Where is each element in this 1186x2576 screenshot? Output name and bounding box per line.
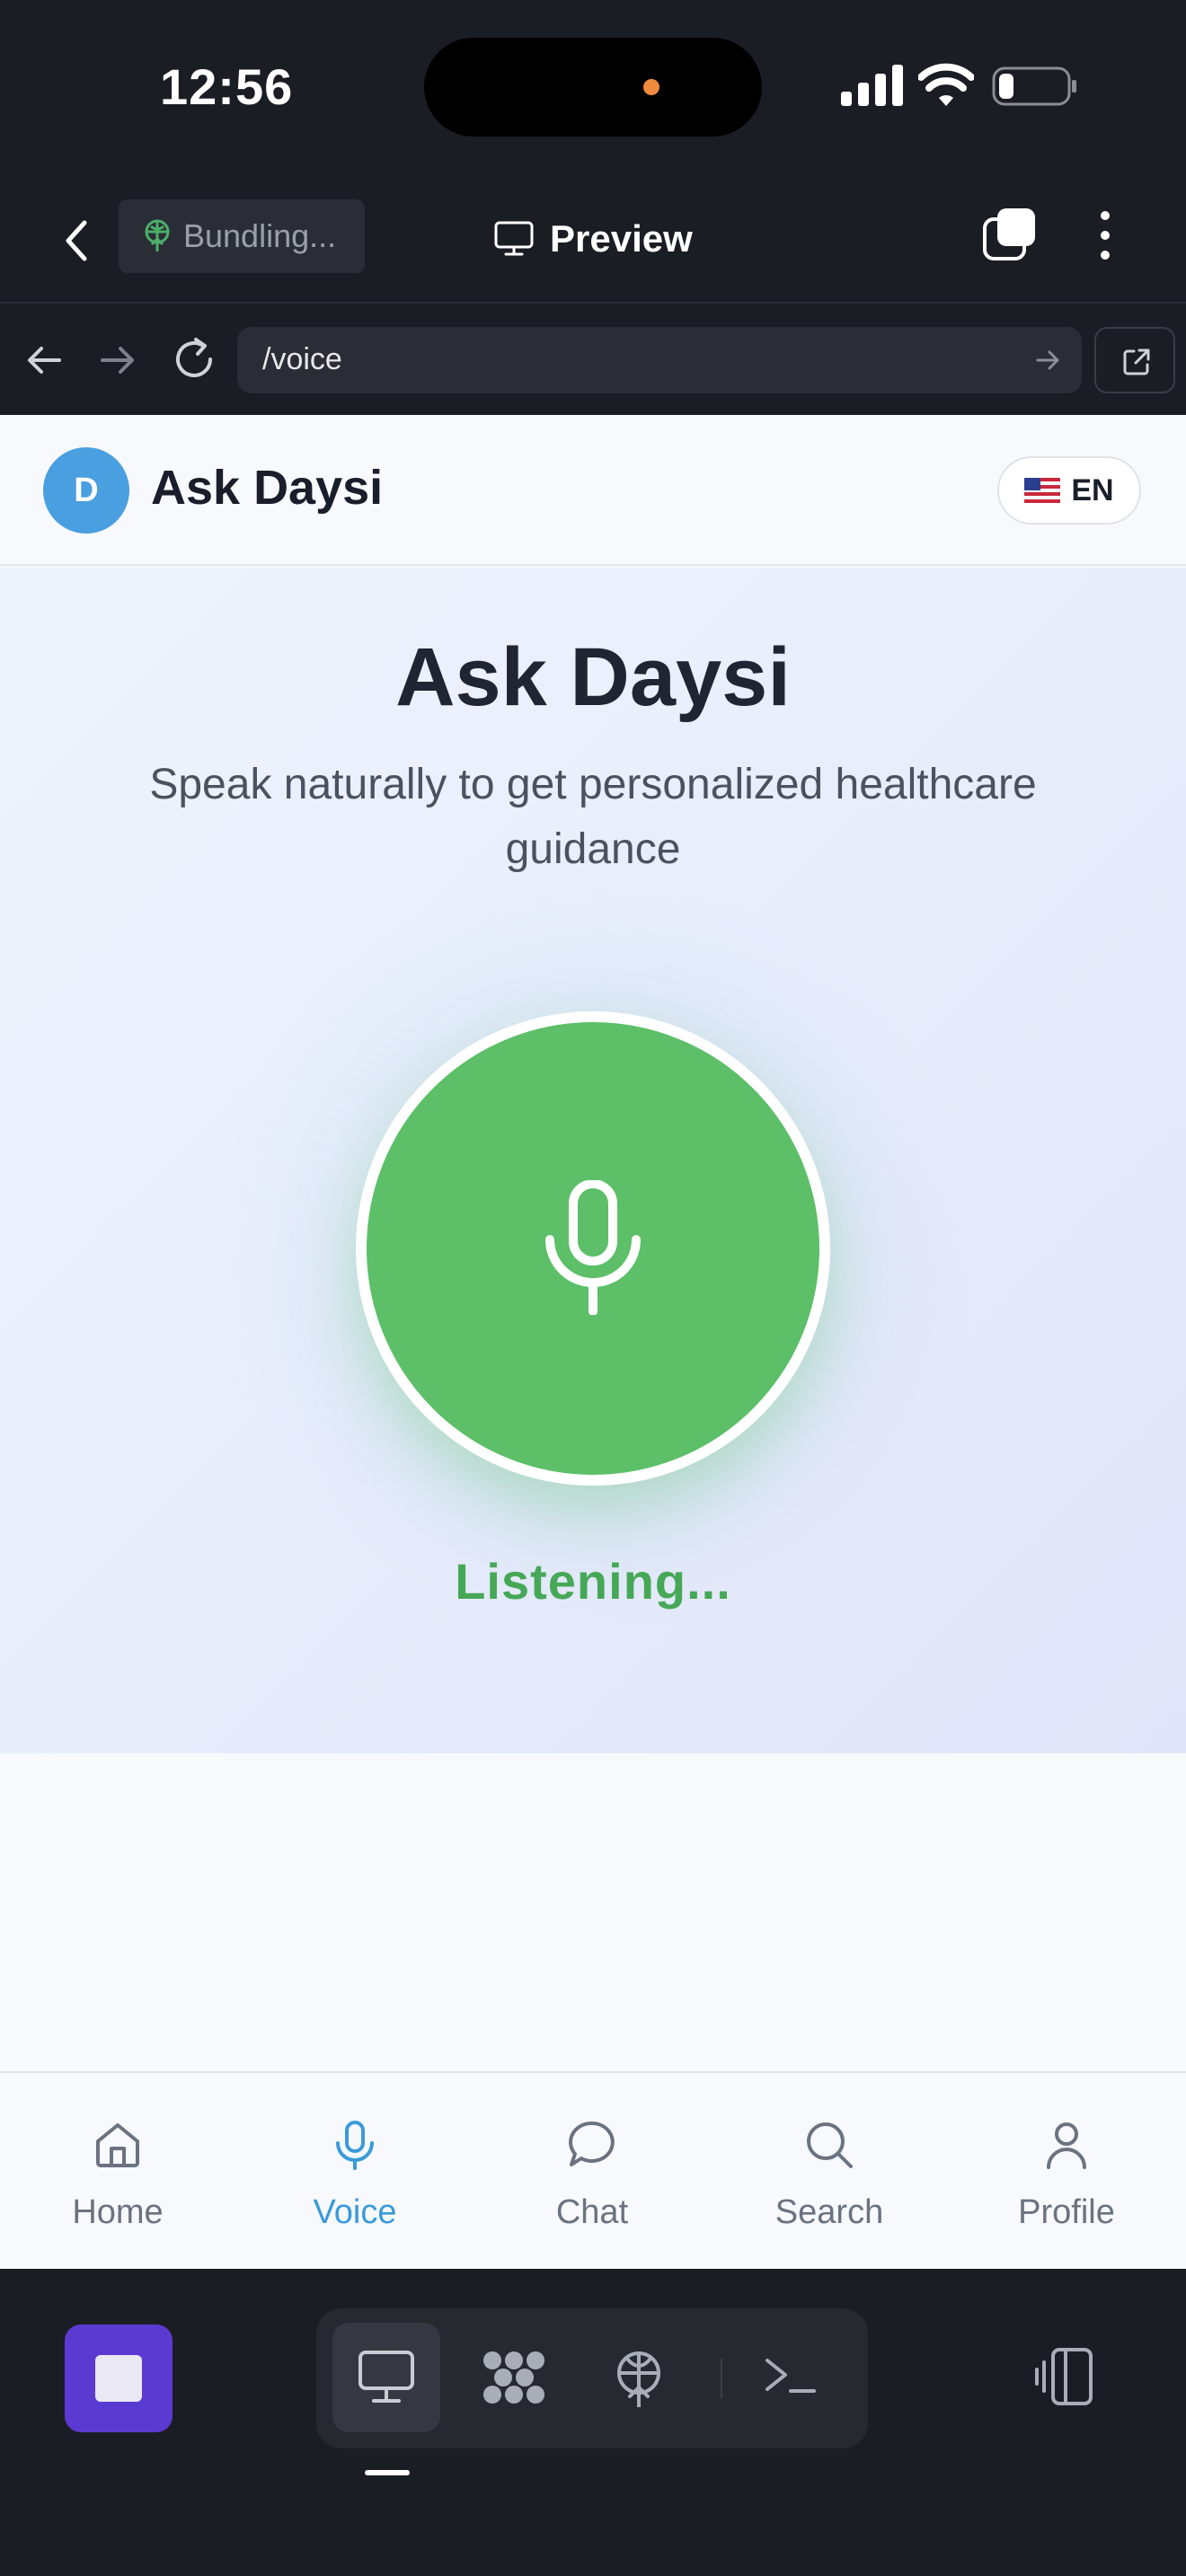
preview-view-button[interactable] — [332, 2323, 440, 2432]
webpage-viewport: D Ask Daysi EN Ask Daysi Speak naturally… — [0, 415, 1186, 2269]
cluster-icon — [483, 2351, 544, 2404]
url-input[interactable]: /voice — [237, 327, 1082, 393]
editor-toolbar — [0, 2269, 1186, 2576]
more-menu-icon[interactable] — [1089, 207, 1121, 264]
nav-label-chat: Chat — [555, 2193, 629, 2231]
nav-label-search: Search — [774, 2193, 884, 2231]
nav-item-home[interactable]: Home — [28, 2073, 208, 2271]
preview-title: Preview — [494, 210, 693, 268]
components-view-button[interactable] — [460, 2323, 568, 2432]
status-time: 12:56 — [160, 58, 294, 115]
active-view-indicator — [365, 2470, 410, 2475]
nav-item-search[interactable]: Search — [739, 2073, 919, 2271]
language-selector-button[interactable]: EN — [997, 456, 1141, 525]
terminal-icon — [766, 2359, 816, 2393]
chat-bubble-icon — [569, 2121, 615, 2166]
stop-icon — [95, 2355, 142, 2402]
voice-record-button[interactable] — [356, 1011, 830, 1486]
us-flag-icon — [1024, 478, 1061, 503]
wifi-icon — [918, 63, 974, 106]
battery-icon — [992, 66, 1076, 106]
open-external-button[interactable] — [1094, 327, 1175, 393]
url-text: /voice — [262, 342, 342, 376]
bottom-navigation: Home Voice Chat Search Profile — [0, 2071, 1186, 2269]
nav-item-chat[interactable]: Chat — [502, 2073, 682, 2271]
preview-label: Preview — [550, 217, 693, 260]
nav-label-voice: Voice — [313, 2193, 397, 2231]
voice-hero: Ask Daysi Speak naturally to get persona… — [0, 568, 1186, 1753]
home-icon — [96, 2123, 139, 2167]
monitor-icon — [494, 221, 534, 256]
bundling-status-chip[interactable]: Bundling... — [119, 199, 365, 273]
app-top-bar: Bundling... Preview — [0, 180, 1186, 304]
app-title: Ask Daysi — [151, 461, 384, 515]
browser-back-icon[interactable] — [23, 340, 65, 381]
panel-toggle-icon[interactable] — [1033, 2344, 1098, 2409]
hero-subtitle: Speak naturally to get personalized heal… — [149, 761, 1037, 873]
browser-url-row: /voice — [0, 305, 1186, 415]
status-bar: 12:56 — [0, 0, 1186, 171]
tabs-icon[interactable] — [981, 207, 1039, 264]
daysi-logo[interactable]: D — [43, 447, 129, 534]
stop-button[interactable] — [65, 2325, 173, 2432]
terminal-view-button[interactable] — [737, 2323, 845, 2432]
user-icon — [1047, 2122, 1086, 2169]
recording-indicator — [643, 79, 659, 95]
go-arrow-icon[interactable] — [1035, 347, 1062, 374]
view-switcher — [316, 2308, 868, 2448]
deploy-view-button[interactable] — [586, 2323, 694, 2432]
deploy-globe-icon — [617, 2351, 660, 2407]
reload-icon[interactable] — [171, 336, 217, 383]
cellular-signal-icon — [841, 65, 903, 106]
deploy-icon — [145, 219, 170, 251]
language-code: EN — [1071, 472, 1114, 507]
app-header: D Ask Daysi EN — [0, 415, 1186, 566]
search-icon — [807, 2122, 853, 2168]
dynamic-island — [424, 38, 762, 137]
toolbar-divider — [721, 2359, 722, 2398]
mic-icon — [336, 2121, 374, 2170]
nav-label-profile: Profile — [1018, 2193, 1115, 2231]
bundling-label: Bundling... — [183, 217, 337, 254]
monitor-icon — [358, 2351, 414, 2403]
microphone-icon — [545, 1180, 641, 1315]
nav-label-home: Home — [72, 2193, 164, 2231]
back-chevron-icon[interactable] — [54, 212, 99, 269]
nav-item-profile[interactable]: Profile — [977, 2073, 1156, 2271]
nav-item-voice[interactable]: Voice — [265, 2073, 445, 2271]
listening-status: Listening... — [455, 1553, 731, 1610]
browser-forward-icon[interactable] — [97, 340, 138, 381]
hero-title: Ask Daysi — [395, 631, 791, 723]
external-link-icon — [1123, 348, 1150, 375]
